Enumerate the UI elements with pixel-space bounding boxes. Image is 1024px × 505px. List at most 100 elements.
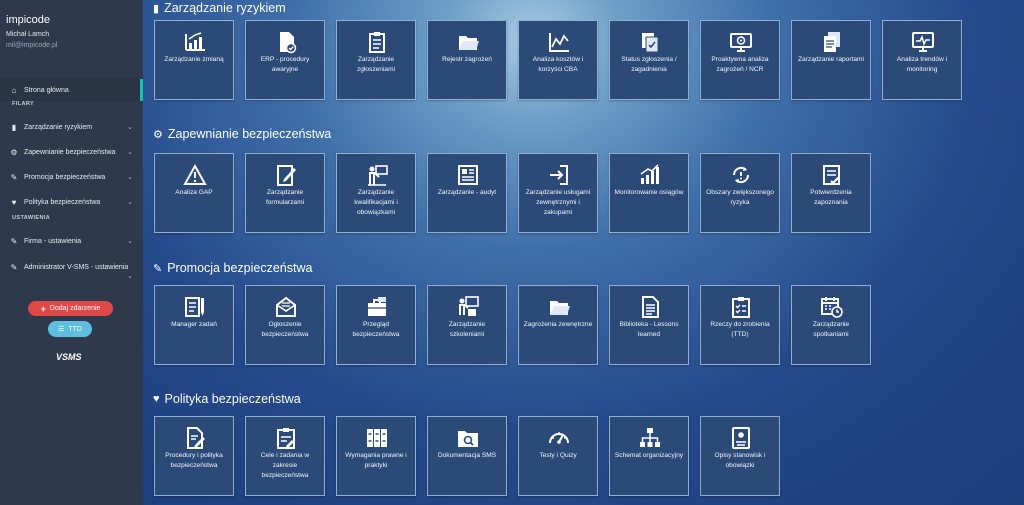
form-edit-icon	[277, 165, 296, 186]
chevron-down-icon: ⌄	[127, 174, 133, 181]
bar-chart-icon: ▮	[153, 2, 160, 15]
tile-analiza-kosztow-i-korzysci-cba[interactable]: Analiza kosztów i korzyści CBA	[518, 20, 598, 100]
tile-zarzadzanie-raportami[interactable]: Zarządzanie raportami	[791, 20, 871, 100]
home-icon: ⌂	[11, 85, 17, 95]
sidebar-item-risk-management[interactable]: ▮ Zarządzanie ryzykiem ⌄	[0, 116, 143, 138]
tile-cele-i-zadania-w-zakresie-bezpieczenstwa[interactable]: Cele i zadania w zakresie bezpieczeństwa	[245, 416, 325, 496]
tile-analiza-gap[interactable]: Analiza GAP	[154, 153, 234, 233]
growth-bars-icon	[640, 164, 659, 184]
warning-icon	[183, 163, 207, 185]
tile-schemat-organizacyjny[interactable]: Schemat organizacyjny	[609, 416, 689, 496]
tile-monitorowanie-osiagow[interactable]: Monitorowanie osiągów	[609, 153, 689, 233]
tile-label: Manager zadań	[171, 321, 217, 328]
tile-analiza-trendow-i-monitoring[interactable]: Analiza trendów i monitoring	[882, 20, 962, 100]
tile-dokumentacja-sms[interactable]: Dokumentacja SMS	[427, 416, 507, 496]
tile-opisy-stanowisk-i-obowiazki[interactable]: Opisy stanowisk i obowiązki	[700, 416, 780, 496]
tile-obszary-zwiekszonego-ryzyka[interactable]: Obszary zwiększonego ryzyka	[700, 153, 780, 233]
tile-erp-procedury-awaryjne[interactable]: ERP - procedury awaryjne	[245, 20, 325, 100]
monitor-pulse-icon	[912, 32, 934, 52]
add-event-label: Dodaj zdarzenie	[49, 305, 101, 312]
tile-proaktywna-analiza-zagrozen-ncr[interactable]: Proaktywna analiza zagrożeń / NCR	[700, 20, 780, 100]
document-lines-icon	[642, 296, 659, 318]
edit-document-icon: ✎	[10, 236, 18, 246]
sidebar-item-safety-promotion[interactable]: ✎ Promocja bezpieczeństwa ⌄	[0, 166, 143, 188]
tile-zarzadzanie-uslugami-zewnetrznymi-i-zakupami[interactable]: Zarządzanie usługami zewnętrznymi i zaku…	[518, 153, 598, 233]
tile-rejestr-zagrozen[interactable]: Rejestr zagrożeń	[427, 20, 507, 100]
chevron-down-icon: ⌄	[127, 273, 133, 280]
chevron-down-icon: ⌄	[127, 199, 133, 206]
document-edit-icon	[187, 427, 205, 449]
documents-check-icon	[642, 33, 659, 53]
tile-zarzadzanie-formularzami[interactable]: Zarządzanie formularzami	[245, 153, 325, 233]
handshake-icon: ♥	[11, 197, 17, 207]
tile-manager-zadan[interactable]: Manager zadań	[154, 285, 234, 365]
tile-status-zgloszenia-zagadnienia[interactable]: Status zgłoszenia / zagadnienia	[609, 20, 689, 100]
tile-przeglad-bezpieczenstwa[interactable]: Przegląd bezpieczeństwa	[336, 285, 416, 365]
sidebar-item-safety-policy[interactable]: ♥ Polityka bezpieczeństwa ⌄	[0, 191, 143, 213]
sidebar-item-company-settings[interactable]: ✎ Firma - ustawienia ⌄	[0, 230, 143, 252]
tile-label: Cele i zadania w zakresie bezpieczeństwa	[260, 452, 310, 479]
sidebar-item-home[interactable]: ⌂ Strona główna	[0, 79, 143, 101]
tile-label: Zarządzanie - audyt	[437, 189, 497, 196]
user-email: mil@impicode.pl	[6, 42, 58, 49]
plus-icon: +	[40, 303, 46, 314]
tile-label: Ogłoszenie bezpieczeństwa	[261, 321, 309, 338]
list-check-icon	[823, 165, 840, 185]
list-icon: ☰	[58, 326, 65, 333]
tile-zarzadzanie-szkoleniami[interactable]: Zarządzanie szkoleniami	[427, 285, 507, 365]
tile-zarzadzanie-kwalifikacjami-i-obowiazkami[interactable]: Zarządzanie kwalifikacjami i obowiązkami	[336, 153, 416, 233]
section-title-zarzadzanie-ryzykiem: ▮ Zarządzanie ryzykiem	[153, 0, 286, 16]
ttd-button[interactable]: ☰ TTD	[48, 321, 92, 337]
tile-testy-i-quizy[interactable]: Testy i Quizy	[518, 416, 598, 496]
presenter-icon	[368, 165, 388, 186]
tile-label: Wymagania prawne i praktyki	[345, 452, 407, 469]
ttd-label: TTD	[68, 325, 82, 333]
edit-document-icon: ✎	[10, 172, 18, 182]
tile-label: Zarządzanie zgłoszeniami	[356, 56, 396, 73]
tile-label: Testy i Quizy	[539, 452, 577, 459]
tile-label: Opisy stanowisk i obowiązki	[714, 452, 766, 469]
section-title-text: Promocja bezpieczeństwa	[167, 261, 313, 275]
sidebar: impicode Michał Lamch mil@impicode.pl ⌂ …	[0, 0, 143, 505]
tile-label: Zarządzanie spotkaniami	[812, 321, 850, 338]
folder-open-icon	[459, 36, 479, 50]
tile-zarzadzanie-audyt[interactable]: Zarządzanie - audyt	[427, 153, 507, 233]
section-title-polityka-bezpieczenstwa: ♥ Polityka bezpieczeństwa	[153, 391, 301, 407]
tile-label: Procedury i polityka bezpieczeństwa	[165, 452, 223, 469]
tile-wymagania-prawne-i-praktyki[interactable]: Wymagania prawne i praktyki	[336, 416, 416, 496]
tile-zarzadzanie-zgloszeniami[interactable]: Zarządzanie zgłoszeniami	[336, 20, 416, 100]
bar-chart-icon: ▮	[11, 122, 17, 132]
tile-label: Obszary zwiększonego ryzyka	[706, 189, 774, 206]
tile-label: Zagrożenia zewnętrzne	[523, 321, 593, 328]
tile-ogloszenie-bezpieczenstwa[interactable]: Ogłoszenie bezpieczeństwa	[245, 285, 325, 365]
folder-open-icon	[550, 301, 570, 315]
tile-zagrozenia-zewnetrzne[interactable]: Zagrożenia zewnętrzne	[518, 285, 598, 365]
envelope-icon	[276, 296, 296, 317]
company-name: impicode	[6, 14, 51, 26]
briefcase-icon	[368, 297, 386, 316]
tile-zarzadzanie-spotkaniami[interactable]: Zarządzanie spotkaniami	[791, 285, 871, 365]
sign-in-icon	[550, 165, 568, 185]
tile-label: Zarządzanie kwalifikacjami i obowiązkami	[354, 189, 398, 216]
tile-label: Rejestr zagrożeń	[442, 56, 492, 63]
tile-biblioteka-lessons-learned[interactable]: Biblioteka - Lessons learned	[609, 285, 689, 365]
tile-rzeczy-do-zrobienia-ttd[interactable]: Rzeczy do zrobienia (TTD)	[700, 285, 780, 365]
tile-label: Dokumentacja SMS	[437, 452, 497, 459]
tile-zarzadzanie-zmiana[interactable]: Zarządzanie zmianą	[154, 20, 234, 100]
tile-label: Zarządzanie szkoleniami	[448, 321, 486, 338]
tile-label: Analiza GAP	[175, 189, 213, 196]
section-title-zapewnianie-bezpieczenstwa: ⚙ Zapewnianie bezpieczeństwa	[153, 126, 331, 142]
monitor-target-icon	[730, 33, 752, 52]
tile-label: Monitorowanie osiągów	[614, 189, 684, 196]
tile-potwierdzenia-zapoznania[interactable]: Potwierdzenia zapoznania	[791, 153, 871, 233]
tile-label: Rzeczy do zrobienia (TTD)	[710, 321, 770, 338]
sidebar-item-admin-settings[interactable]: ✎ Administrator V-SMS - ustawienia ⌄	[0, 256, 143, 281]
sidebar-item-safety-assurance[interactable]: ⚙ Zapewnianie bezpieczeństwa ⌄	[0, 141, 143, 163]
org-chart-icon	[640, 428, 660, 447]
tile-label: Zarządzanie raportami	[798, 56, 864, 63]
chevron-down-icon: ⌄	[127, 124, 133, 131]
add-event-button[interactable]: + Dodaj zdarzenie	[28, 301, 113, 316]
handshake-icon: ♥	[153, 393, 160, 405]
sidebar-item-label: Strona główna	[24, 86, 69, 94]
tile-procedury-i-polityka-bezpieczenstwa[interactable]: Procedury i polityka bezpieczeństwa	[154, 416, 234, 496]
